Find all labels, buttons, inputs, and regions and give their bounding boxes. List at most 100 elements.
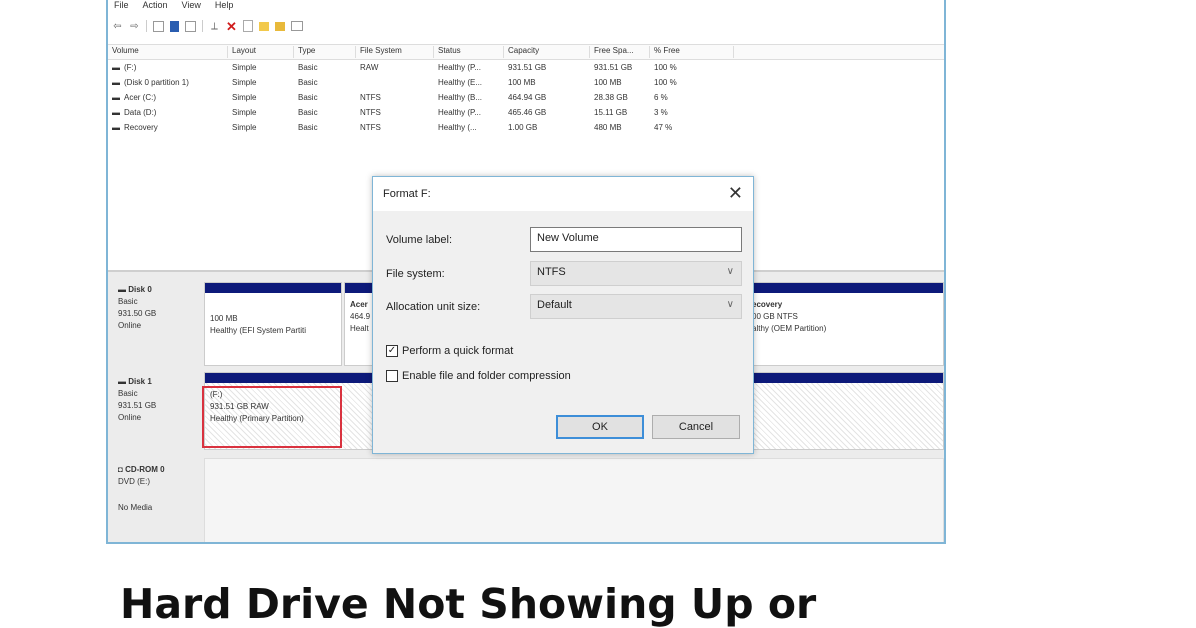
table-row[interactable]: ▬ Recovery Simple Basic NTFS Healthy (... 1.0… bbox=[108, 123, 944, 138]
disk-label[interactable]: ▬ Disk 1 Basic 931.51 GB Online bbox=[108, 376, 202, 424]
table-cell: Basic bbox=[298, 78, 318, 87]
dialog-titlebar: Format F: ✕ bbox=[373, 177, 753, 211]
disk-name: Disk 1 bbox=[128, 377, 152, 386]
col-free-space[interactable]: Free Spa... bbox=[590, 46, 650, 58]
folder-icon[interactable] bbox=[259, 21, 269, 31]
close-icon[interactable]: ✕ bbox=[728, 183, 743, 204]
partition-status: Healthy (EFI System Partiti bbox=[210, 326, 307, 335]
table-row[interactable]: ▬ (Disk 0 partition 1) Simple Basic Healthy… bbox=[108, 78, 944, 93]
col-type[interactable]: Type bbox=[294, 46, 356, 58]
delete-icon[interactable]: ✕ bbox=[226, 20, 237, 33]
partition-name: ecovery bbox=[752, 300, 783, 309]
table-cell: 100 MB bbox=[594, 78, 622, 87]
cancel-button[interactable]: Cancel bbox=[652, 415, 740, 439]
table-cell: Healthy (B... bbox=[438, 93, 483, 102]
table-cell: Healthy (P... bbox=[438, 108, 481, 117]
volume-icon: ▬ bbox=[112, 78, 120, 87]
chevron-down-icon: ∨ bbox=[726, 299, 734, 310]
volume-icon: ▬ bbox=[112, 63, 120, 72]
checkbox-empty bbox=[386, 370, 398, 382]
partition-status: althy (OEM Partition) bbox=[752, 324, 827, 333]
table-cell: Basic bbox=[298, 93, 318, 102]
disk-icon: ▬ bbox=[118, 377, 129, 386]
disk-type: Basic bbox=[118, 389, 138, 398]
file-system-select[interactable]: NTFS ∨ bbox=[530, 261, 742, 286]
menu-file[interactable]: File bbox=[114, 0, 129, 14]
console-tree-icon[interactable] bbox=[153, 20, 164, 32]
disk-type: DVD (E:) bbox=[118, 477, 150, 486]
quick-format-checkbox[interactable]: ✓ Perform a quick format bbox=[386, 345, 513, 357]
table-row[interactable]: ▬ (F:) Simple Basic RAW Healthy (P... 931.51 … bbox=[108, 63, 944, 78]
table-cell: 464.94 GB bbox=[508, 93, 547, 102]
allocation-unit-caption: Allocation unit size: bbox=[386, 301, 481, 313]
table-cell: Basic bbox=[298, 123, 318, 132]
menu-help[interactable]: Help bbox=[215, 0, 234, 14]
col-volume[interactable]: Volume bbox=[108, 46, 228, 58]
toolbar-separator bbox=[146, 20, 147, 32]
col-file-system[interactable]: File System bbox=[356, 46, 434, 58]
table-cell: RAW bbox=[360, 63, 379, 72]
ok-button[interactable]: OK bbox=[556, 415, 644, 439]
table-cell: 15.11 GB bbox=[594, 108, 628, 117]
table-cell: (F:) bbox=[124, 63, 137, 72]
checklist-icon[interactable] bbox=[243, 20, 253, 32]
volume-icon: ▬ bbox=[112, 123, 120, 132]
table-cell: Healthy (E... bbox=[438, 78, 483, 87]
partition-bar bbox=[747, 283, 943, 293]
table-cell: 100 % bbox=[654, 63, 677, 72]
table-cell: 480 MB bbox=[594, 123, 622, 132]
table-cell: NTFS bbox=[360, 93, 381, 102]
col-capacity[interactable]: Capacity bbox=[504, 46, 590, 58]
help-icon[interactable] bbox=[185, 20, 196, 32]
table-cell: 100 % bbox=[654, 78, 677, 87]
chevron-down-icon: ∨ bbox=[726, 266, 734, 277]
allocation-unit-select[interactable]: Default ∨ bbox=[530, 294, 742, 319]
table-cell: Acer (C:) bbox=[124, 93, 156, 102]
col-percent-free[interactable]: % Free bbox=[650, 46, 734, 58]
table-cell: Simple bbox=[232, 78, 257, 87]
table-cell: Simple bbox=[232, 63, 257, 72]
volume-label-input[interactable]: New Volume bbox=[530, 227, 742, 252]
col-layout[interactable]: Layout bbox=[228, 46, 294, 58]
disk-size: 931.50 GB bbox=[118, 309, 157, 318]
table-cell: (Disk 0 partition 1) bbox=[124, 78, 189, 87]
connect-icon[interactable]: ⟂ bbox=[209, 21, 220, 32]
toolbar-separator bbox=[202, 20, 203, 32]
menu-view[interactable]: View bbox=[182, 0, 201, 14]
disk-icon: ▬ bbox=[118, 285, 129, 294]
window-icon[interactable] bbox=[291, 21, 303, 31]
table-cell: 28.38 GB bbox=[594, 93, 628, 102]
volume-list-header: Volume Layout Type File System Status Ca… bbox=[108, 44, 944, 60]
disk-label[interactable]: ▬ Disk 0 Basic 931.50 GB Online bbox=[108, 284, 202, 332]
partition-efi[interactable]: 100 MB Healthy (EFI System Partiti bbox=[204, 282, 342, 366]
menu-action[interactable]: Action bbox=[143, 0, 168, 14]
table-cell: 47 % bbox=[654, 123, 673, 132]
disk-type: Basic bbox=[118, 297, 138, 306]
disk-size: 931.51 GB bbox=[118, 401, 157, 410]
table-cell: 931.51 GB bbox=[594, 63, 633, 72]
partition-bar bbox=[205, 283, 341, 293]
disk-state: Online bbox=[118, 413, 142, 422]
volume-label-caption: Volume label: bbox=[386, 234, 453, 246]
volume-icon: ▬ bbox=[112, 93, 120, 102]
disk-name: CD-ROM 0 bbox=[125, 465, 165, 474]
disk-state: Online bbox=[118, 321, 142, 330]
table-cell: Simple bbox=[232, 123, 257, 132]
forward-icon[interactable]: ⇨ bbox=[129, 21, 140, 32]
disk-row-cdrom: ◘ CD-ROM 0 DVD (E:) No Media bbox=[108, 458, 944, 542]
cdrom-area[interactable] bbox=[204, 458, 944, 542]
col-status[interactable]: Status bbox=[434, 46, 504, 58]
table-cell: Basic bbox=[298, 108, 318, 117]
disk-label[interactable]: ◘ CD-ROM 0 DVD (E:) No Media bbox=[108, 464, 202, 514]
partition-recovery[interactable]: ecovery 00 GB NTFS althy (OEM Partition) bbox=[746, 282, 944, 366]
disk-state: No Media bbox=[118, 503, 153, 512]
folder-open-icon[interactable] bbox=[275, 21, 285, 31]
properties-icon[interactable] bbox=[170, 20, 179, 32]
file-system-value: NTFS bbox=[537, 266, 566, 278]
partition-size: 00 GB NTFS bbox=[752, 312, 798, 321]
table-row[interactable]: ▬ Acer (C:) Simple Basic NTFS Healthy (B... 4… bbox=[108, 93, 944, 108]
table-row[interactable]: ▬ Data (D:) Simple Basic NTFS Healthy (P... 4… bbox=[108, 108, 944, 123]
back-icon[interactable]: ⇦ bbox=[112, 21, 123, 32]
compression-checkbox[interactable]: Enable file and folder compression bbox=[386, 370, 571, 382]
table-cell: 3 % bbox=[654, 108, 668, 117]
